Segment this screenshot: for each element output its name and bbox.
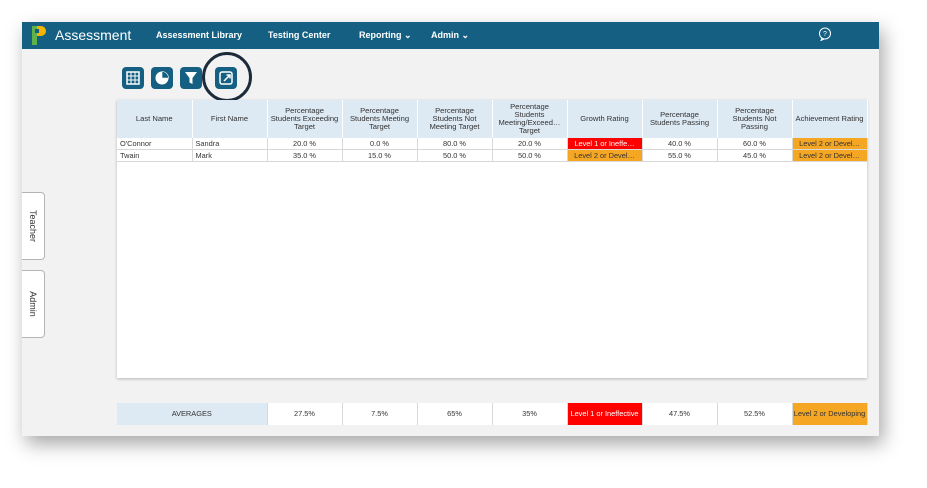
table-cell: 35.0 % bbox=[267, 149, 343, 162]
table-cell: 60.0 % bbox=[717, 138, 793, 150]
average-value: 7.5% bbox=[342, 403, 418, 425]
table-view-button[interactable] bbox=[122, 67, 144, 89]
averages-label: AVERAGES bbox=[117, 403, 268, 425]
chart-view-button[interactable] bbox=[151, 67, 173, 89]
nav-assessment-library[interactable]: Assessment Library bbox=[156, 30, 242, 40]
averages-table: AVERAGES 27.5% 7.5% 65% 35% Level 1 or I… bbox=[117, 403, 868, 425]
tab-admin[interactable]: Admin bbox=[22, 270, 45, 338]
report-table: Last Name First Name Percentage Students… bbox=[117, 100, 868, 162]
table-row[interactable]: O'Connor Sandra 20.0 % 0.0 % 80.0 % 20.0… bbox=[117, 138, 868, 150]
column-header[interactable]: Achievement Rating bbox=[792, 100, 868, 138]
achievement-rating-cell: Level 2 or Devel… bbox=[792, 149, 868, 162]
table-cell: 50.0 % bbox=[417, 149, 493, 162]
achievement-rating-cell: Level 2 or Devel… bbox=[792, 138, 868, 150]
averages-row: AVERAGES 27.5% 7.5% 65% 35% Level 1 or I… bbox=[117, 403, 868, 425]
nav-reporting[interactable]: Reporting ⌄ bbox=[359, 30, 412, 41]
column-header[interactable]: Percentage Students Meeting/Exceed… Targ… bbox=[492, 100, 568, 138]
average-achievement-rating: Level 2 or Developing bbox=[792, 403, 868, 425]
top-nav-bar: Assessment Assessment Library Testing Ce… bbox=[22, 22, 879, 49]
column-header[interactable]: Percentage Students Exceeding Target bbox=[267, 100, 343, 138]
average-value: 47.5% bbox=[642, 403, 718, 425]
table-cell: 40.0 % bbox=[642, 138, 718, 150]
column-header[interactable]: Percentage Students Not Passing bbox=[717, 100, 793, 138]
table-cell: 45.0 % bbox=[717, 149, 793, 162]
pearson-logo-icon bbox=[32, 26, 46, 45]
table-cell: 55.0 % bbox=[642, 149, 718, 162]
average-value: 65% bbox=[417, 403, 493, 425]
tab-teacher-label: Teacher bbox=[28, 209, 38, 243]
table-cell: Sandra bbox=[192, 138, 268, 150]
nav-testing-center[interactable]: Testing Center bbox=[268, 30, 330, 40]
table-cell: 20.0 % bbox=[492, 138, 568, 150]
column-header[interactable]: Percentage Students Not Meeting Target bbox=[417, 100, 493, 138]
table-cell: 80.0 % bbox=[417, 138, 493, 150]
average-growth-rating: Level 1 or Ineffective bbox=[567, 403, 643, 425]
average-value: 27.5% bbox=[267, 403, 343, 425]
app-window: Assessment Assessment Library Testing Ce… bbox=[22, 22, 879, 436]
average-value: 52.5% bbox=[717, 403, 793, 425]
growth-rating-cell: Level 1 or Ineffe… bbox=[567, 138, 643, 150]
filter-icon bbox=[185, 72, 197, 84]
column-header[interactable]: Percentage Students Meeting Target bbox=[342, 100, 418, 138]
table-cell: O'Connor bbox=[117, 138, 193, 150]
average-value: 35% bbox=[492, 403, 568, 425]
table-cell: 0.0 % bbox=[342, 138, 418, 150]
table-row[interactable]: Twain Mark 35.0 % 15.0 % 50.0 % 50.0 % L… bbox=[117, 149, 868, 162]
growth-rating-cell: Level 2 or Devel… bbox=[567, 149, 643, 162]
table-cell: Mark bbox=[192, 149, 268, 162]
tab-teacher[interactable]: Teacher bbox=[22, 192, 45, 260]
column-header[interactable]: First Name bbox=[192, 100, 268, 138]
pie-chart-icon bbox=[155, 71, 169, 85]
table-cell: 15.0 % bbox=[342, 149, 418, 162]
column-header[interactable]: Percentage Students Passing bbox=[642, 100, 718, 138]
column-header[interactable]: Last Name bbox=[117, 100, 193, 138]
table-view-icon bbox=[126, 71, 140, 85]
help-icon[interactable]: ? bbox=[818, 27, 832, 41]
report-grid: Last Name First Name Percentage Students… bbox=[117, 100, 868, 378]
export-highlight-circle bbox=[202, 52, 252, 102]
table-cell: 50.0 % bbox=[492, 149, 568, 162]
svg-text:?: ? bbox=[823, 31, 827, 38]
nav-admin[interactable]: Admin ⌄ bbox=[431, 30, 469, 41]
table-header-row: Last Name First Name Percentage Students… bbox=[117, 100, 868, 138]
averages-bar: AVERAGES 27.5% 7.5% 65% 35% Level 1 or I… bbox=[117, 403, 868, 425]
table-cell: Twain bbox=[117, 149, 193, 162]
app-title: Assessment bbox=[55, 27, 132, 43]
tab-admin-label: Admin bbox=[28, 291, 38, 317]
column-header[interactable]: Growth Rating bbox=[567, 100, 643, 138]
table-cell: 20.0 % bbox=[267, 138, 343, 150]
filter-button[interactable] bbox=[180, 67, 202, 89]
